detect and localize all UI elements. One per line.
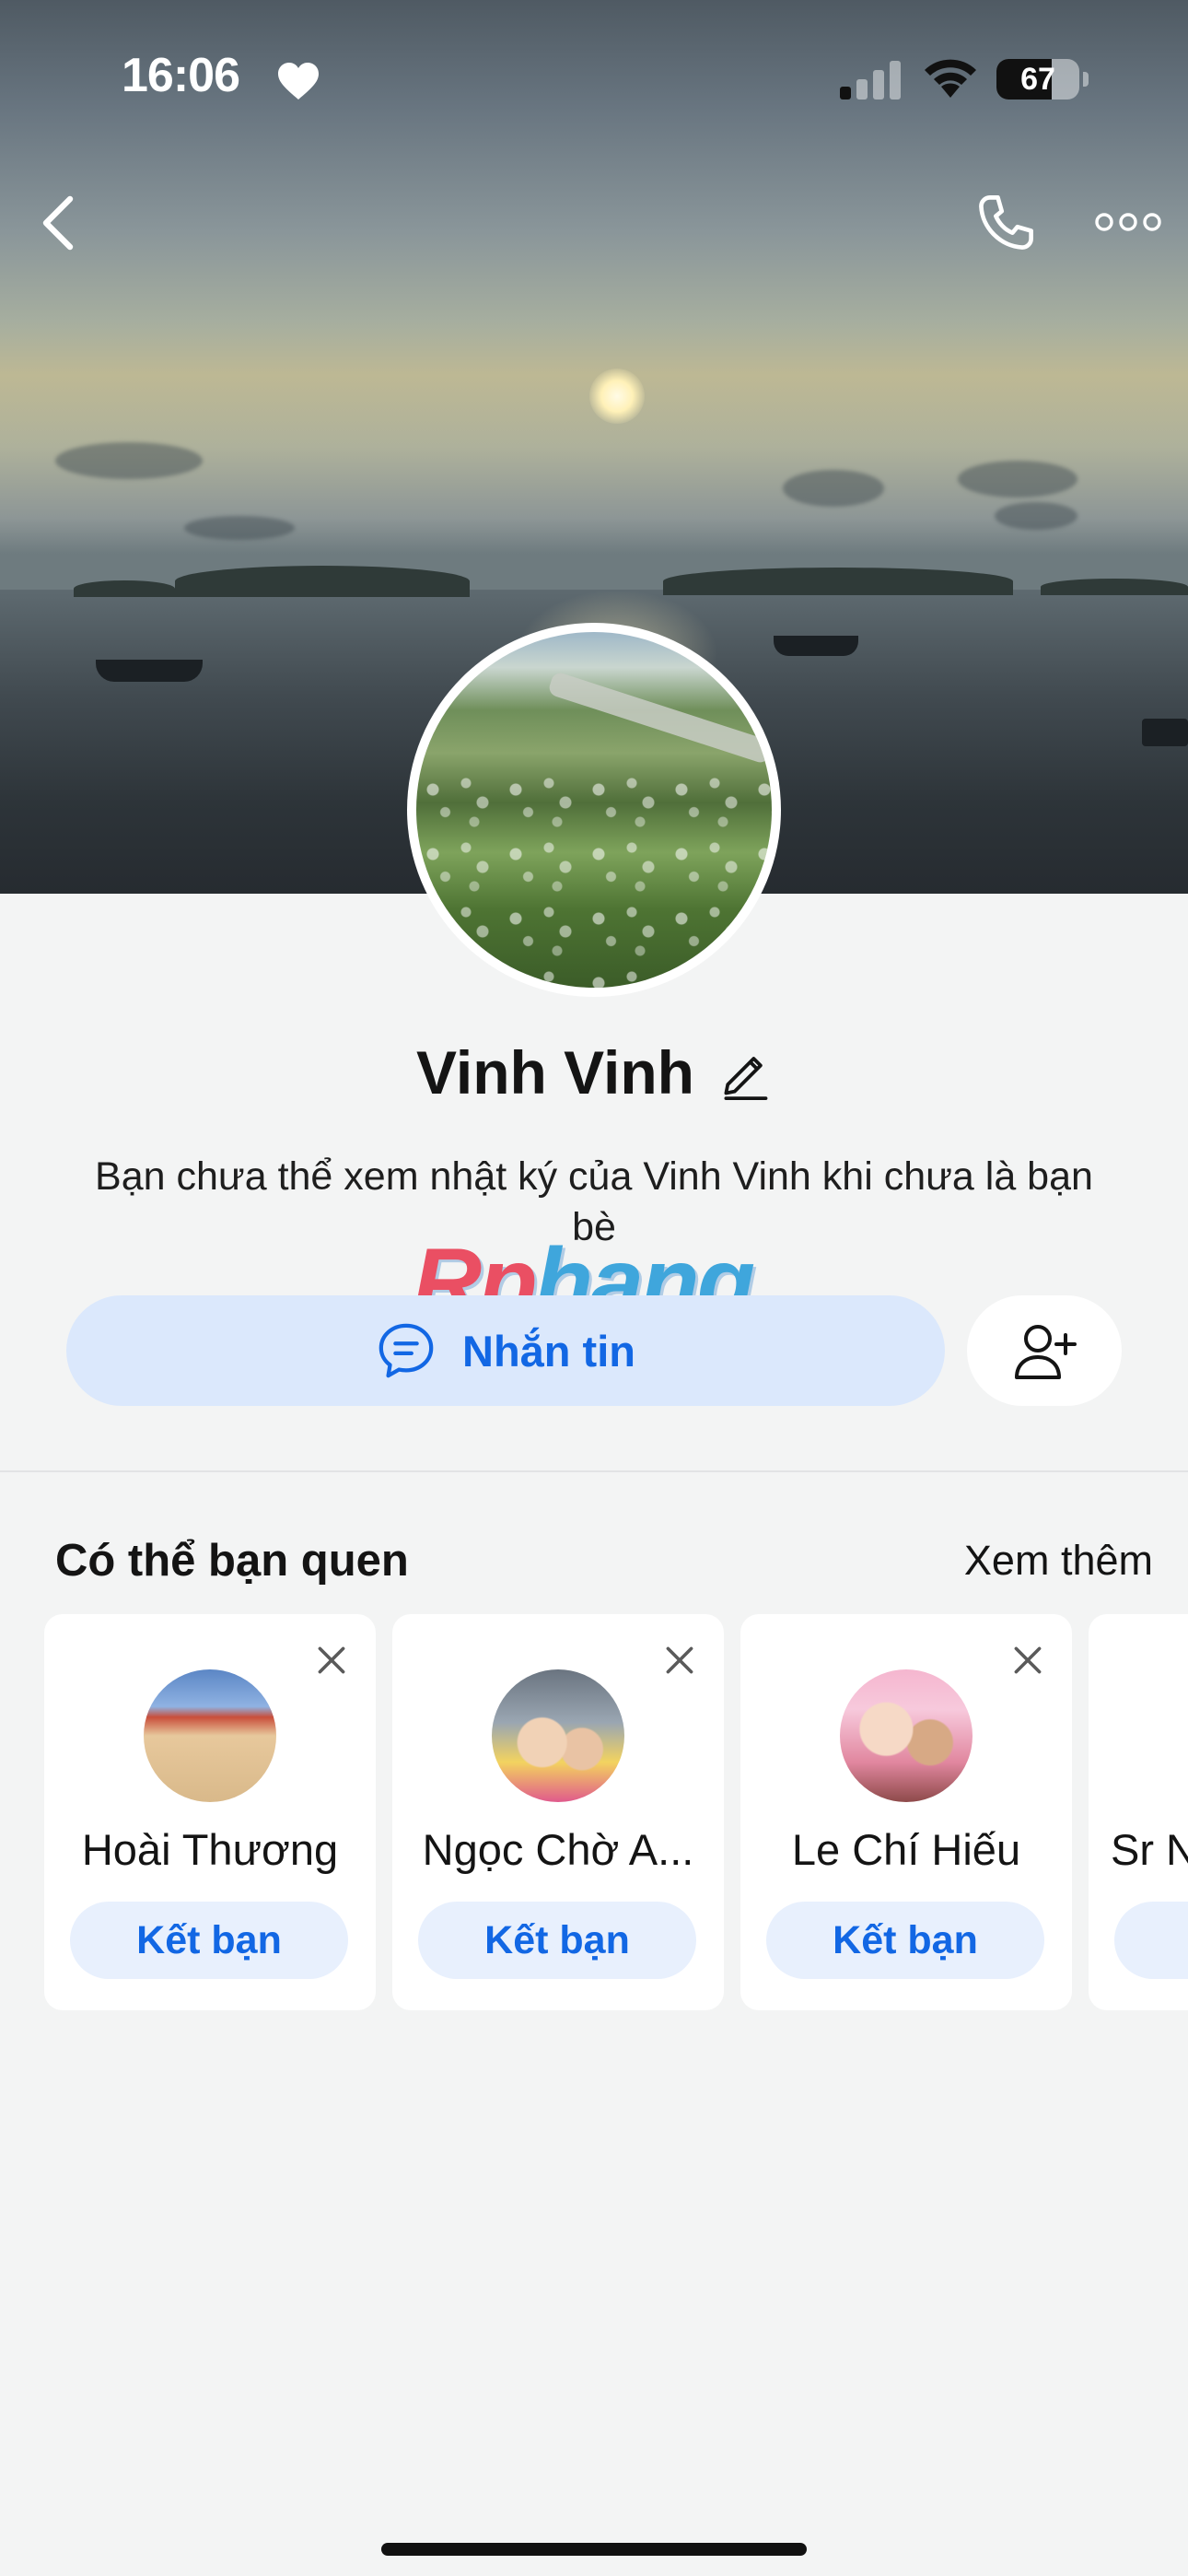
battery-percentage: 67 <box>1020 61 1055 97</box>
message-button-label: Nhắn tin <box>462 1326 635 1376</box>
suggestion-card[interactable]: Hoài Thương Kết bạn <box>44 1614 376 2010</box>
avatar[interactable] <box>492 1669 624 1802</box>
wifi-icon <box>925 59 976 98</box>
add-friend-button[interactable]: Kết bạn <box>766 1902 1044 1979</box>
profile-name: Vinh Vinh <box>416 1038 694 1107</box>
close-icon[interactable] <box>315 1644 348 1677</box>
chat-bubble-icon <box>379 1323 434 1378</box>
message-button[interactable]: Nhắn tin <box>66 1295 945 1406</box>
suggestion-name: Ngọc Chờ A... <box>422 1825 694 1874</box>
profile-name-row: Vinh Vinh <box>0 1037 1188 1107</box>
phone-icon[interactable] <box>974 192 1037 254</box>
battery-icon: 67 <box>996 59 1079 100</box>
see-more-link[interactable]: Xem thêm <box>964 1537 1153 1585</box>
section-divider <box>0 1470 1188 1472</box>
suggestion-name: Sr N <box>1111 1825 1188 1874</box>
add-friend-button[interactable] <box>967 1295 1122 1406</box>
more-horizontal-icon[interactable] <box>1094 208 1162 236</box>
add-friend-button[interactable] <box>1114 1902 1188 1979</box>
status-time: 16:06 <box>122 49 240 102</box>
profile-page: 16:06 67 Vinh Vinh Bạn chưa thể xem nhật… <box>0 0 1188 2576</box>
suggestion-card[interactable]: Le Chí Hiếu Kết bạn <box>740 1614 1072 2010</box>
suggestion-card[interactable]: Sr N <box>1089 1614 1188 2010</box>
cellular-signal-icon <box>840 61 901 100</box>
suggestion-name: Hoài Thương <box>81 1825 339 1874</box>
heart-icon <box>278 63 319 100</box>
add-friend-button[interactable]: Kết bạn <box>418 1902 696 1979</box>
avatar[interactable] <box>144 1669 276 1802</box>
avatar[interactable] <box>840 1669 973 1802</box>
close-icon[interactable] <box>1011 1644 1044 1677</box>
close-icon[interactable] <box>663 1644 696 1677</box>
suggestion-card[interactable]: Ngọc Chờ A... Kết bạn <box>392 1614 724 2010</box>
chevron-left-icon[interactable] <box>37 193 77 252</box>
add-user-icon <box>1015 1325 1077 1379</box>
add-friend-button[interactable]: Kết bạn <box>70 1902 348 1979</box>
suggestion-name: Le Chí Hiếu <box>791 1825 1021 1874</box>
home-indicator[interactable] <box>381 2543 807 2556</box>
suggestions-title: Có thể bạn quen <box>55 1536 409 1586</box>
profile-avatar[interactable] <box>407 623 781 997</box>
edit-pencil-icon[interactable] <box>718 1045 772 1100</box>
